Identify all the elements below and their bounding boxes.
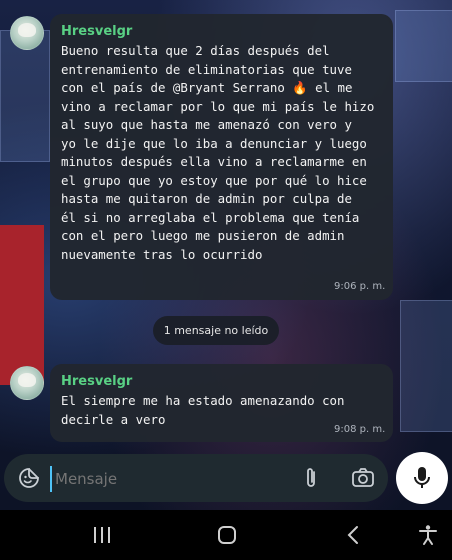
sender-name[interactable]: Hresvelgr [61,24,132,39]
message-time: 9:08 p. m. [334,424,386,435]
paperclip-icon[interactable] [303,466,319,494]
back-icon[interactable] [346,525,360,549]
message-bubble[interactable]: Hresvelgr El siempre me ha estado amenaz… [50,364,393,442]
accessibility-icon[interactable] [418,524,438,550]
recents-icon[interactable] [92,526,112,548]
wallpaper-shape [400,300,452,432]
voice-message-button[interactable] [396,452,448,504]
sticker-icon[interactable] [18,467,40,493]
wallpaper-shape [395,10,452,82]
sender-avatar[interactable] [10,366,44,400]
system-navigation-bar [0,510,452,560]
message-time: 9:06 p. m. [334,281,386,292]
sender-name[interactable]: Hresvelgr [61,374,132,389]
message-text: Bueno resulta que 2 días después del ent… [61,43,375,262]
microphone-icon [412,465,432,495]
home-icon[interactable] [217,525,237,549]
message-input[interactable] [50,466,287,492]
unread-divider: 1 mensaje no leído [153,316,279,345]
sender-avatar[interactable] [10,16,44,50]
message-bubble[interactable]: Hresvelgr Bueno resulta que 2 días despu… [50,14,393,300]
camera-icon[interactable] [351,467,375,493]
wallpaper-shape [0,225,44,385]
message-composer [4,454,388,502]
